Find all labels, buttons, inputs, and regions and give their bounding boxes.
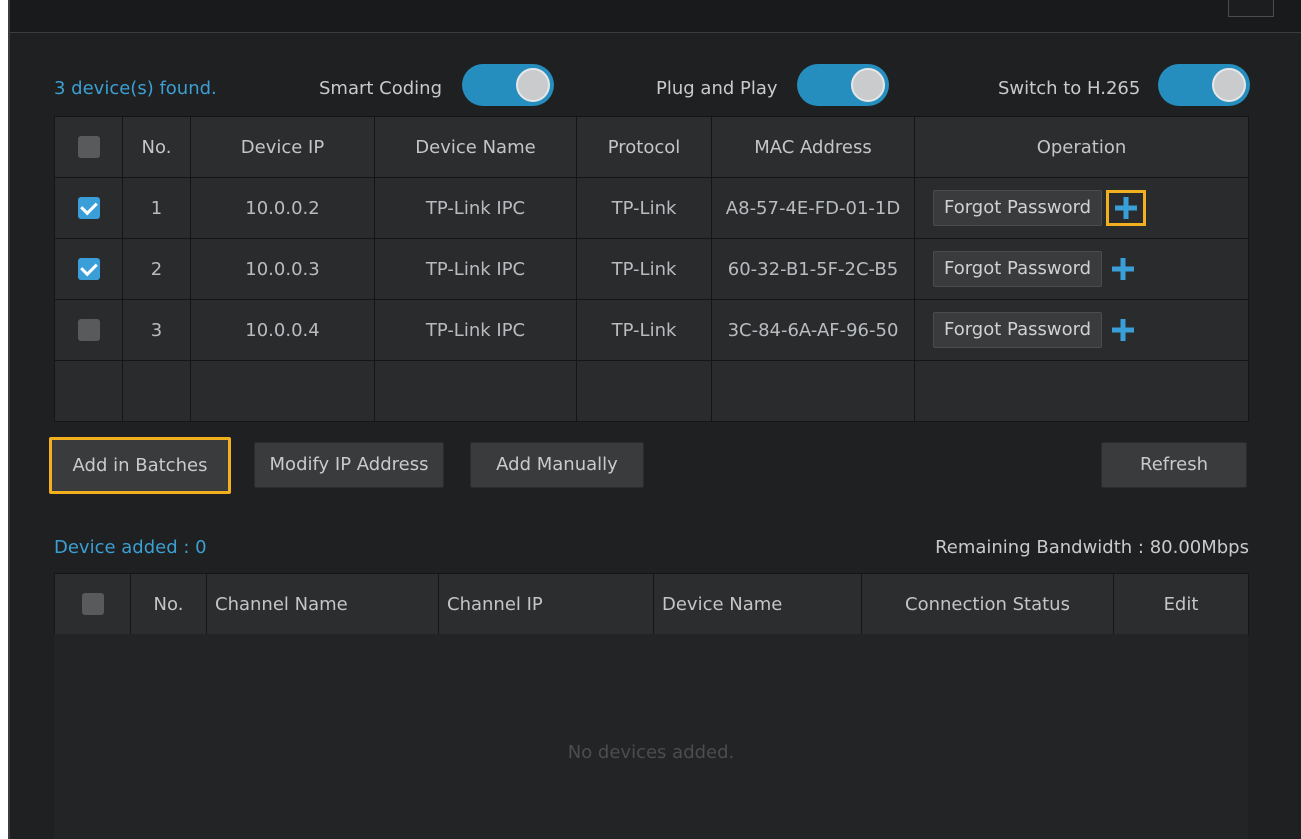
row-checkbox[interactable] [77, 258, 100, 280]
window-control[interactable] [1228, 0, 1274, 17]
toggle-knob [1212, 68, 1246, 102]
col-no: No. [130, 573, 207, 635]
col-channel-ip: Channel IP [438, 573, 654, 635]
add-device-plus-icon[interactable] [1106, 190, 1147, 226]
toggle-knob [516, 68, 550, 102]
smart-coding-toggle[interactable] [462, 64, 554, 106]
select-all-checkbox[interactable] [77, 136, 100, 158]
select-all-cell[interactable] [54, 573, 131, 635]
row-protocol: TP-Link [576, 177, 712, 239]
col-protocol: Protocol [576, 116, 712, 178]
window-left-border [8, 0, 10, 839]
plug-and-play-toggle[interactable] [797, 64, 889, 106]
row-protocol: TP-Link [576, 299, 712, 361]
row-operation: Forgot Password [914, 238, 1249, 300]
row-operation: Forgot Password [914, 299, 1249, 361]
add-device-plus-icon[interactable] [1108, 315, 1138, 345]
toggle-knob [851, 68, 885, 102]
plug-and-play-label: Plug and Play [656, 78, 778, 99]
row-no: 3 [122, 299, 191, 361]
row-mac: 60-32-B1-5F-2C-B5 [711, 238, 915, 300]
row-device-name: TP-Link IPC [374, 299, 577, 361]
col-device-ip: Device IP [190, 116, 375, 178]
row-checkbox[interactable] [77, 197, 100, 219]
add-in-batches-button[interactable]: Add in Batches [49, 437, 231, 494]
row-operation: Forgot Password [914, 177, 1249, 239]
device-added-count: Device added : 0 [54, 537, 207, 558]
switch-h265-label: Switch to H.265 [998, 78, 1141, 99]
smart-coding-label: Smart Coding [319, 78, 443, 99]
row-device-name: TP-Link IPC [374, 238, 577, 300]
table-row[interactable]: 3 10.0.0.4 TP-Link IPC TP-Link 3C-84-6A-… [54, 299, 1249, 361]
col-edit: Edit [1113, 573, 1249, 635]
row-mac: 3C-84-6A-AF-96-50 [711, 299, 915, 361]
remaining-bandwidth: Remaining Bandwidth : 80.00Mbps [935, 537, 1249, 558]
channel-table: No. Channel Name Channel IP Device Name … [54, 573, 1249, 635]
device-table-header: No. Device IP Device Name Protocol MAC A… [54, 116, 1249, 178]
devices-found-label: 3 device(s) found. [54, 78, 217, 99]
row-no: 2 [122, 238, 191, 300]
table-row[interactable]: 1 10.0.0.2 TP-Link IPC TP-Link A8-57-4E-… [54, 177, 1249, 239]
select-all-cell[interactable] [54, 116, 123, 178]
row-protocol: TP-Link [576, 238, 712, 300]
refresh-button[interactable]: Refresh [1101, 442, 1247, 488]
row-ip: 10.0.0.3 [190, 238, 375, 300]
empty-table-row [54, 360, 1249, 422]
add-device-plus-icon[interactable] [1108, 254, 1138, 284]
switch-h265-toggle[interactable] [1158, 64, 1250, 106]
row-mac: A8-57-4E-FD-01-1D [711, 177, 915, 239]
select-all-channels-checkbox[interactable] [81, 593, 104, 615]
empty-state-text: No devices added. [567, 742, 735, 763]
modify-ip-address-button[interactable]: Modify IP Address [254, 442, 444, 488]
forgot-password-button[interactable]: Forgot Password [933, 312, 1103, 348]
row-checkbox[interactable] [77, 319, 100, 341]
col-device-name: Device Name [653, 573, 862, 635]
forgot-password-button[interactable]: Forgot Password [933, 190, 1103, 226]
table-row[interactable]: 2 10.0.0.3 TP-Link IPC TP-Link 60-32-B1-… [54, 238, 1249, 300]
row-no: 1 [122, 177, 191, 239]
row-device-name: TP-Link IPC [374, 177, 577, 239]
add-manually-button[interactable]: Add Manually [470, 442, 644, 488]
col-device-name: Device Name [374, 116, 577, 178]
row-ip: 10.0.0.2 [190, 177, 375, 239]
device-table: No. Device IP Device Name Protocol MAC A… [54, 116, 1249, 422]
header-bar [10, 0, 1301, 33]
channel-table-header: No. Channel Name Channel IP Device Name … [54, 573, 1249, 635]
row-ip: 10.0.0.4 [190, 299, 375, 361]
col-no: No. [122, 116, 191, 178]
col-channel-name: Channel Name [206, 573, 439, 635]
col-operation: Operation [914, 116, 1249, 178]
col-connection-status: Connection Status [861, 573, 1114, 635]
channel-table-body: No devices added. [54, 634, 1248, 839]
forgot-password-button[interactable]: Forgot Password [933, 251, 1103, 287]
col-mac-address: MAC Address [711, 116, 915, 178]
